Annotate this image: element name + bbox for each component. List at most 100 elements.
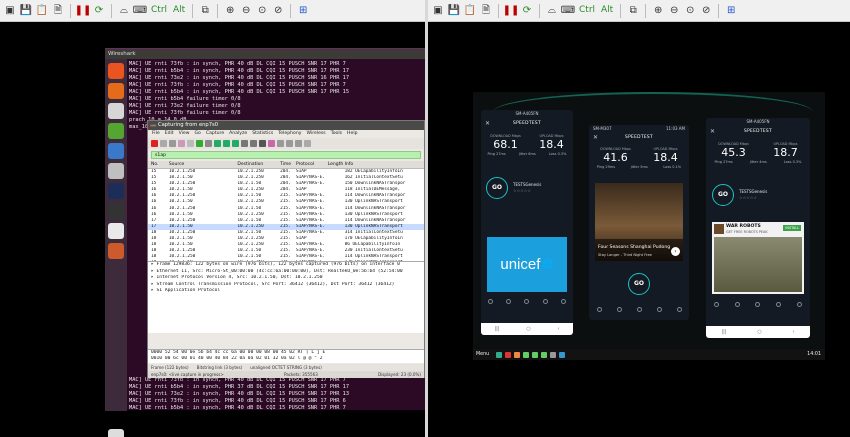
- war-robots-ad[interactable]: WAR ROBOTS GET FREE ROBOTS PEAK INSTALL: [712, 222, 804, 294]
- column-header[interactable]: Source: [169, 161, 238, 168]
- menu-item[interactable]: Tools: [331, 130, 342, 138]
- settings-tab-icon[interactable]: [561, 298, 567, 304]
- video-tab-icon[interactable]: [636, 306, 642, 312]
- window-controls-icon[interactable]: [150, 123, 156, 128]
- text-editor-icon[interactable]: [108, 223, 124, 239]
- home-icon[interactable]: ○: [757, 329, 761, 335]
- save-icon[interactable]: 💾: [19, 4, 33, 18]
- ubuntu-icon[interactable]: [108, 63, 124, 79]
- column-header[interactable]: No.: [151, 161, 169, 168]
- display-filter-input[interactable]: s1ap: [151, 151, 421, 159]
- results-tab-icon[interactable]: [506, 298, 512, 304]
- pause-icon[interactable]: ❚❚: [503, 4, 520, 18]
- go-back-icon[interactable]: [214, 140, 221, 147]
- refresh-icon[interactable]: ⟳: [520, 4, 534, 18]
- trash-icon[interactable]: [108, 429, 124, 437]
- column-header[interactable]: Length: [328, 161, 345, 168]
- detail-tree-item[interactable]: ▸ S1 Application Protocol: [148, 288, 424, 295]
- terminal-icon[interactable]: [108, 203, 124, 219]
- resize-columns-icon[interactable]: [304, 140, 311, 147]
- speed-tab-icon[interactable]: [596, 306, 602, 312]
- zoom-in-icon[interactable]: [277, 140, 284, 147]
- recents-icon[interactable]: |||: [721, 329, 726, 335]
- detail-tree-item[interactable]: ▸ Frame 129836: 122 bytes on wire (976 b…: [148, 262, 424, 269]
- video-tab-icon[interactable]: [755, 301, 761, 307]
- copy-icon[interactable]: ⧉: [626, 4, 640, 18]
- writer-icon[interactable]: [108, 143, 124, 159]
- keyboard-icon[interactable]: ⌨: [561, 4, 575, 18]
- go-forward-icon[interactable]: [223, 140, 230, 147]
- unicef-ad[interactable]: unicef 🌐: [487, 237, 567, 292]
- back-icon[interactable]: ‹: [793, 329, 795, 335]
- vpn-tab-icon[interactable]: [776, 301, 782, 307]
- app-icon[interactable]: [514, 351, 521, 358]
- go-to-packet-icon[interactable]: [232, 140, 239, 147]
- go-button[interactable]: GO: [628, 273, 650, 295]
- fullscreen-icon[interactable]: ⊞: [724, 4, 738, 18]
- results-tab-icon[interactable]: [734, 301, 740, 307]
- normal-size-icon[interactable]: [295, 140, 302, 147]
- four-seasons-ad[interactable]: Four Seasons Shanghai Pudong Stay Longer…: [595, 183, 683, 261]
- settings-tab-icon[interactable]: [676, 306, 682, 312]
- zoom-out-icon[interactable]: ⊖: [667, 4, 681, 18]
- install-button[interactable]: INSTALL: [783, 225, 801, 231]
- reload-icon[interactable]: [196, 140, 203, 147]
- stop-capture-icon[interactable]: [151, 140, 158, 147]
- ctrl-key-button[interactable]: Ctrl: [577, 4, 597, 18]
- zoom-fit-icon[interactable]: ⊘: [699, 4, 713, 18]
- fullscreen-icon[interactable]: ⊞: [296, 4, 310, 18]
- software-icon[interactable]: [108, 123, 124, 139]
- zoom-fit-icon[interactable]: ⊘: [271, 4, 285, 18]
- zoom-in-icon[interactable]: ⊕: [651, 4, 665, 18]
- app-icon[interactable]: [505, 351, 512, 358]
- go-button[interactable]: GO: [486, 177, 508, 199]
- app-icon[interactable]: [550, 351, 557, 358]
- menu-item[interactable]: Capture: [206, 130, 224, 138]
- menu-item[interactable]: Wireless: [306, 130, 325, 138]
- results-tab-icon[interactable]: [616, 306, 622, 312]
- file-icon[interactable]: 🗎: [51, 4, 65, 18]
- alt-key-button[interactable]: Alt: [171, 4, 187, 18]
- menu-item[interactable]: File: [152, 130, 160, 138]
- android-icon[interactable]: [541, 351, 548, 358]
- column-header[interactable]: Protocol: [296, 161, 328, 168]
- menu-item[interactable]: Go: [195, 130, 201, 138]
- clipboard-icon[interactable]: 📋: [463, 4, 477, 18]
- glasses-icon[interactable]: ⌓: [545, 4, 559, 18]
- column-header[interactable]: Info: [345, 161, 424, 168]
- refresh-icon[interactable]: ⟳: [92, 4, 106, 18]
- screen-icon[interactable]: ▣: [3, 4, 17, 18]
- zoom-reset-icon[interactable]: ⊙: [255, 4, 269, 18]
- go-button[interactable]: GO: [712, 184, 734, 206]
- firefox-icon[interactable]: [108, 83, 124, 99]
- speed-tab-icon[interactable]: [487, 298, 493, 304]
- last-packet-icon[interactable]: [250, 140, 257, 147]
- screen-icon[interactable]: ▣: [431, 4, 445, 18]
- close-icon[interactable]: ✕: [485, 120, 490, 127]
- copy-icon[interactable]: ⧉: [198, 4, 212, 18]
- app-icon[interactable]: [496, 351, 503, 358]
- wireshark-icon[interactable]: [108, 183, 124, 199]
- menu-item[interactable]: View: [179, 130, 190, 138]
- menu-item[interactable]: Edit: [165, 130, 174, 138]
- menu-item[interactable]: Telephony: [278, 130, 301, 138]
- zoom-reset-icon[interactable]: ⊙: [683, 4, 697, 18]
- ad-arrow-icon[interactable]: ›: [671, 247, 680, 256]
- autoscroll-icon[interactable]: [259, 140, 266, 147]
- settings-icon[interactable]: [108, 163, 124, 179]
- rating-stars[interactable]: ☆☆☆☆☆: [739, 195, 757, 200]
- back-icon[interactable]: ‹: [558, 326, 560, 332]
- vpn-tab-icon[interactable]: [542, 298, 548, 304]
- file-icon[interactable]: 🗎: [479, 4, 493, 18]
- rating-stars[interactable]: ☆☆☆☆☆: [513, 188, 531, 193]
- first-packet-icon[interactable]: [241, 140, 248, 147]
- recents-icon[interactable]: |||: [494, 326, 499, 332]
- vpn-tab-icon[interactable]: [656, 306, 662, 312]
- app-icon[interactable]: [559, 351, 566, 358]
- save-file-icon[interactable]: [187, 140, 194, 147]
- column-header[interactable]: Time: [280, 161, 296, 168]
- android-icon[interactable]: [532, 351, 539, 358]
- close-icon[interactable]: ✕: [593, 134, 598, 141]
- zoom-in-icon[interactable]: ⊕: [223, 4, 237, 18]
- home-icon[interactable]: ○: [526, 326, 530, 332]
